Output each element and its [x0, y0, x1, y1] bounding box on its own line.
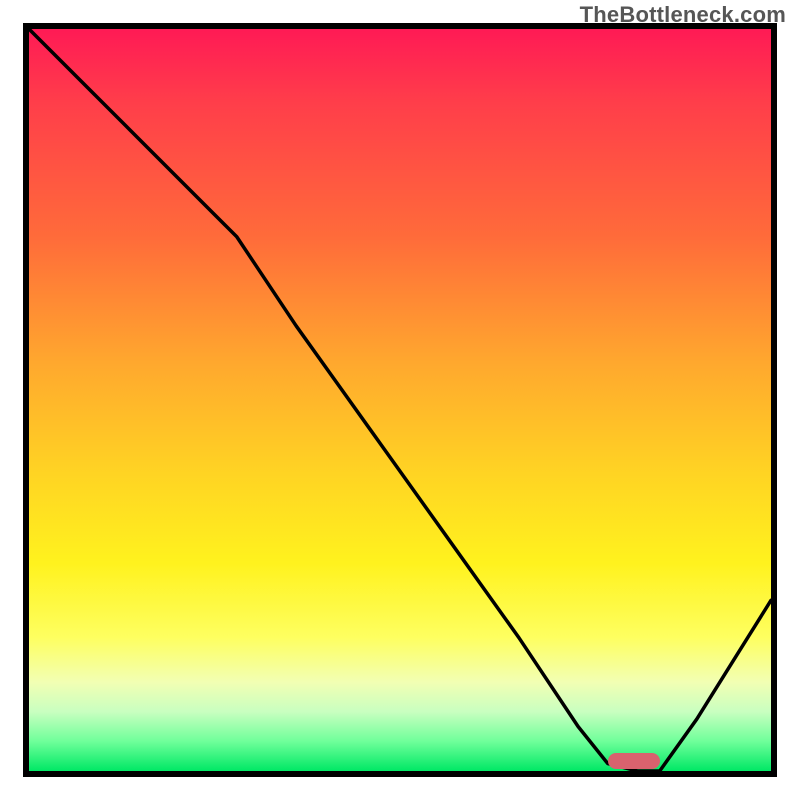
watermark-text: TheBottleneck.com — [580, 2, 786, 28]
plot-area — [23, 23, 777, 777]
optimal-marker — [608, 753, 660, 769]
bottleneck-curve — [29, 29, 771, 771]
chart-container: TheBottleneck.com — [0, 0, 800, 800]
curve-path — [29, 29, 771, 771]
